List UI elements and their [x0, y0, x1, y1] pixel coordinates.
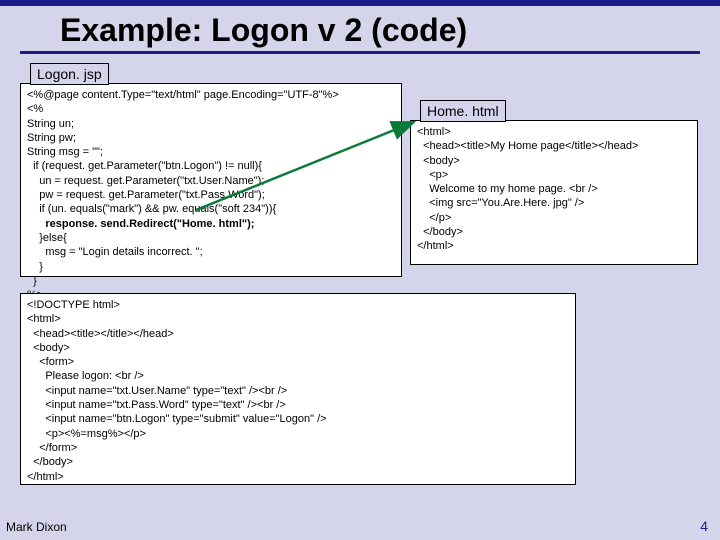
footer-author: Mark Dixon — [6, 520, 67, 534]
title-underline — [20, 51, 700, 54]
footer-page-number: 4 — [700, 518, 708, 534]
code-text: <!DOCTYPE html> <html> <head><title></ti… — [27, 299, 327, 483]
code-box-logon-top: <%@page content.Type="text/html" page.En… — [20, 83, 402, 277]
code-text-after: }else{ msg = "Login details incorrect. "… — [27, 232, 203, 301]
code-bold-line: response. send.Redirect("Home. html"); — [27, 218, 254, 230]
code-box-logon-bottom: <!DOCTYPE html> <html> <head><title></ti… — [20, 293, 576, 485]
tab-home-html: Home. html — [420, 100, 506, 122]
slide-title: Example: Logon v 2 (code) — [0, 6, 720, 51]
code-box-home: <html> <head><title>My Home page</title>… — [410, 120, 698, 265]
code-text: <%@page content.Type="text/html" page.En… — [27, 89, 339, 215]
tab-logon-jsp: Logon. jsp — [30, 63, 109, 85]
code-text: <html> <head><title>My Home page</title>… — [417, 126, 638, 252]
